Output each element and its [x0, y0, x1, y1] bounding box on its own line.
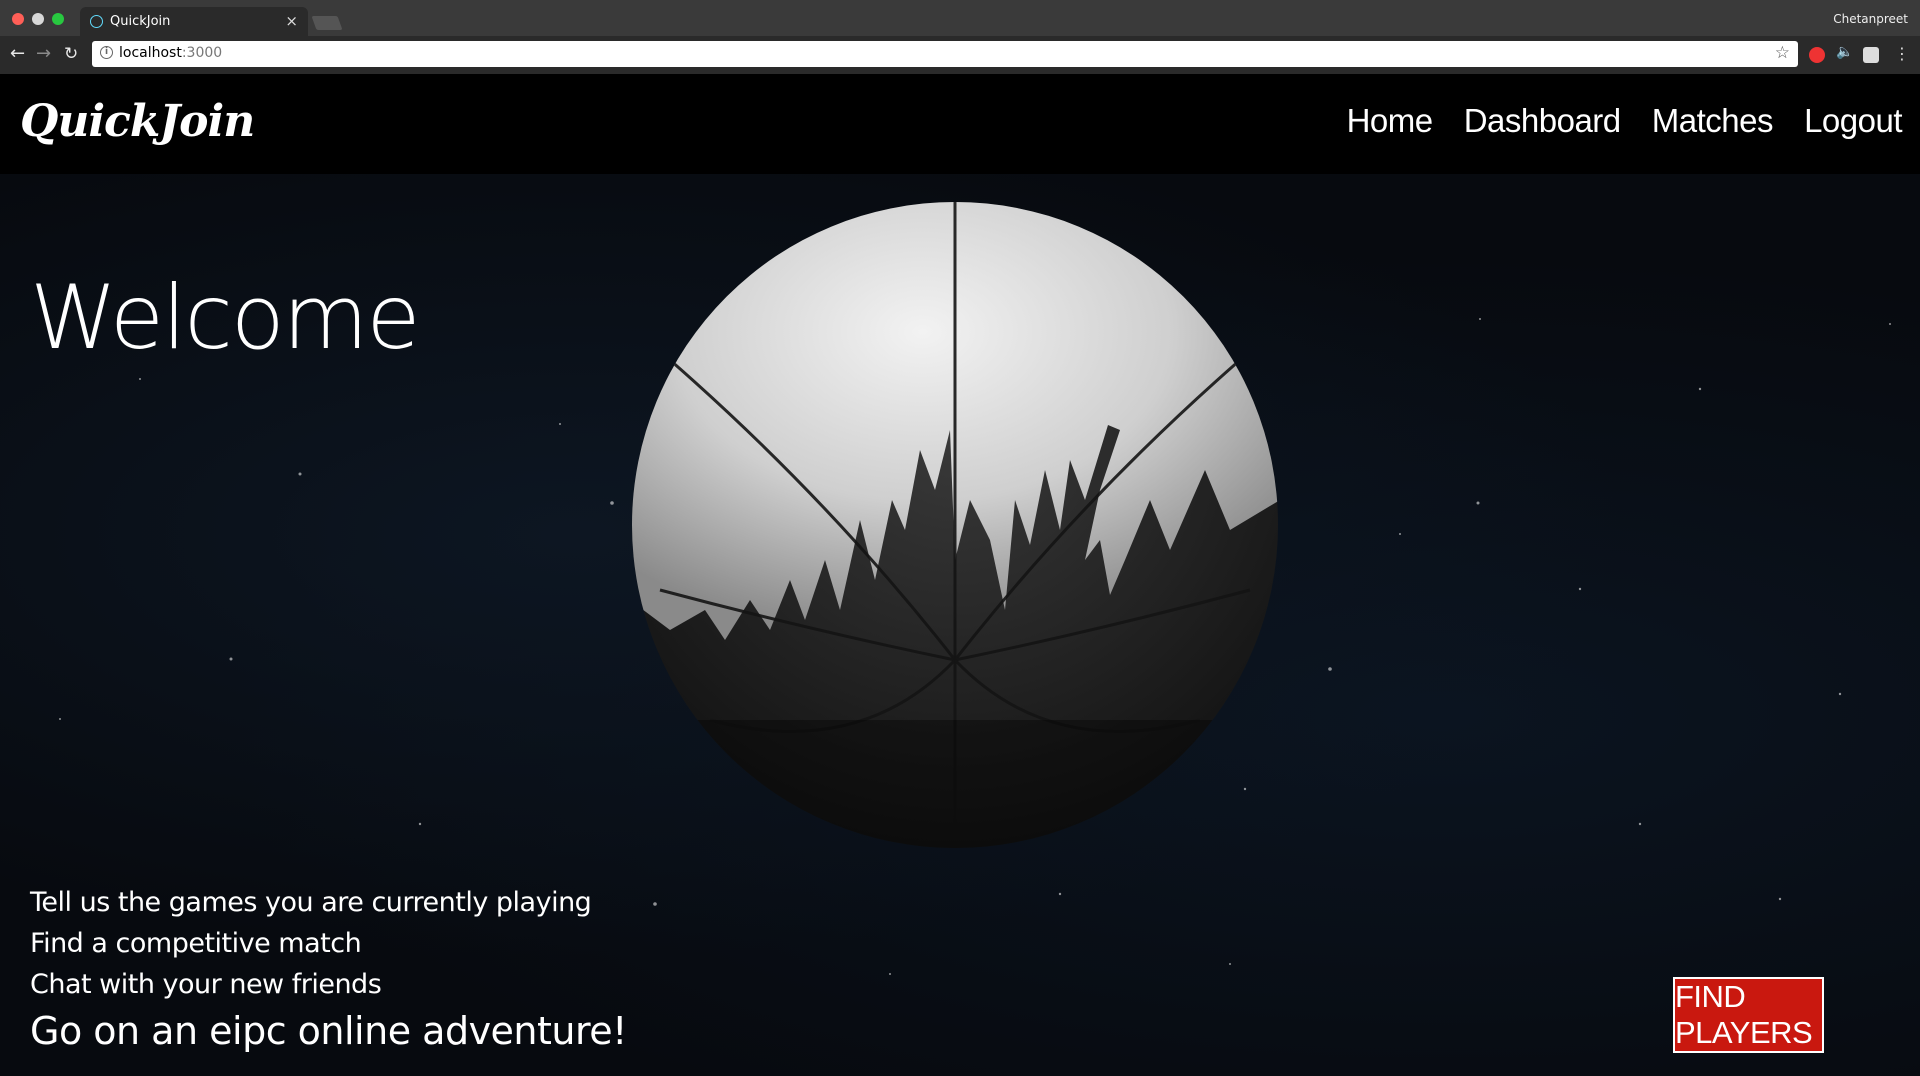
maximize-window-button[interactable] — [52, 13, 64, 25]
browser-toolbar: ← → ↻ i localhost:3000 ☆ 🔈 ⋮ — [0, 36, 1920, 74]
new-tab-button[interactable] — [311, 16, 343, 30]
feature-item: Chat with your new friends — [30, 969, 382, 1000]
mute-icon[interactable]: 🔈 — [1836, 44, 1853, 60]
app-root: QuickJoin Home Dashboard Matches Logout — [0, 74, 1920, 1076]
quickjoin-logo[interactable]: QuickJoin — [20, 96, 255, 147]
forward-icon[interactable]: → — [36, 44, 51, 64]
url-port: :3000 — [181, 45, 223, 61]
address-bar[interactable]: i localhost:3000 ☆ — [92, 41, 1798, 67]
tab-title: QuickJoin — [110, 14, 171, 29]
feature-item: Tell us the games you are currently play… — [30, 887, 592, 918]
navbar: QuickJoin Home Dashboard Matches Logout — [0, 74, 1920, 174]
extension-icon[interactable] — [1863, 47, 1879, 63]
welcome-heading: Welcome — [30, 266, 421, 369]
find-players-button[interactable]: FIND PLAYERS — [1673, 977, 1824, 1053]
nav-links: Home Dashboard Matches Logout — [1321, 102, 1903, 140]
url-text[interactable]: localhost:3000 — [119, 45, 222, 61]
browser-tab-strip: QuickJoin × Chetanpreet — [0, 0, 1920, 36]
site-info-icon[interactable]: i — [100, 46, 113, 59]
hero-section: Welcome Tell us the games you are curren… — [0, 174, 1920, 1076]
nav-dashboard-link[interactable]: Dashboard — [1464, 102, 1621, 139]
tagline: Go on an eipc online adventure! — [30, 1009, 627, 1053]
browser-tab[interactable]: QuickJoin × — [80, 7, 308, 36]
profile-name[interactable]: Chetanpreet — [1833, 12, 1908, 26]
browser-menu-icon[interactable]: ⋮ — [1894, 44, 1910, 63]
traveler-sphere-image — [632, 202, 1278, 848]
nav-home-link[interactable]: Home — [1347, 102, 1434, 139]
nav-matches-link[interactable]: Matches — [1652, 102, 1774, 139]
url-host: localhost — [119, 45, 182, 61]
minimize-window-button[interactable] — [32, 13, 44, 25]
feature-list: Tell us the games you are currently play… — [30, 882, 627, 1053]
back-icon[interactable]: ← — [10, 44, 25, 64]
reload-icon[interactable]: ↻ — [64, 44, 78, 64]
tab-close-icon[interactable]: × — [285, 12, 298, 30]
feature-item: Find a competitive match — [30, 928, 362, 959]
nav-logout-link[interactable]: Logout — [1804, 102, 1902, 139]
close-window-button[interactable] — [12, 13, 24, 25]
opera-extension-icon[interactable] — [1809, 47, 1825, 63]
react-favicon-icon — [90, 15, 103, 28]
bookmark-star-icon[interactable]: ☆ — [1775, 43, 1790, 63]
